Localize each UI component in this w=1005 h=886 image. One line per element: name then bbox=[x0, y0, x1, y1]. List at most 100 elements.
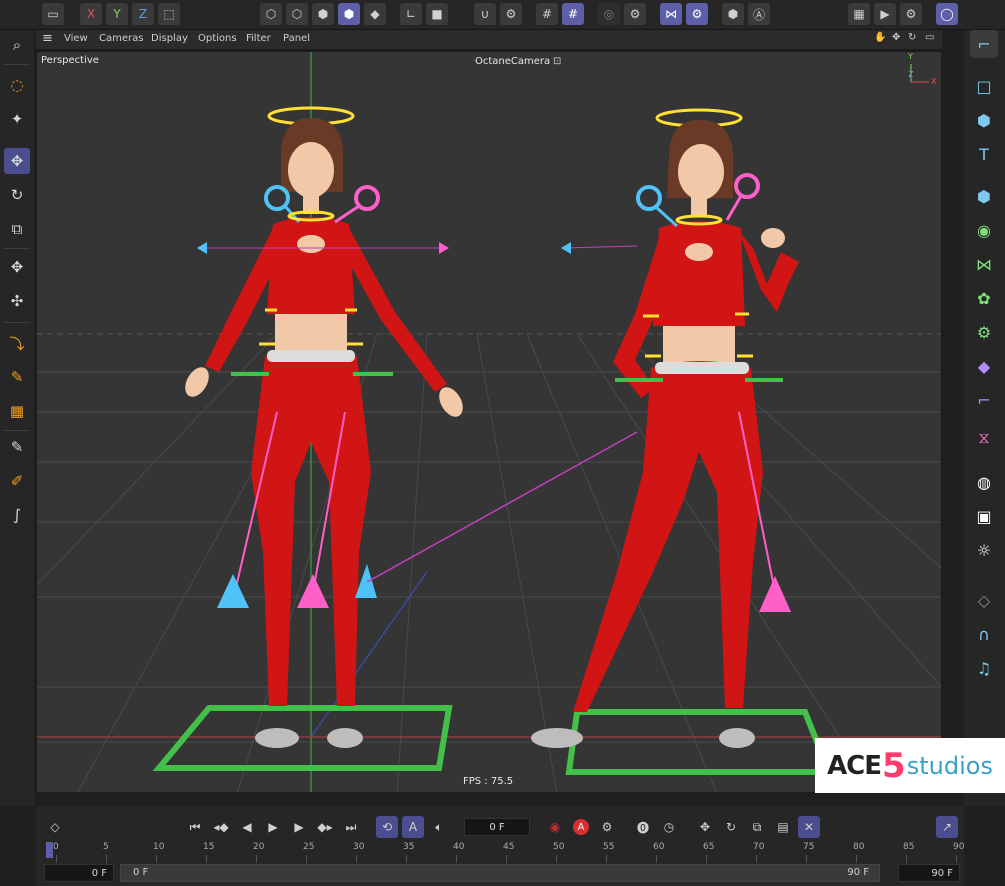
edges-mode-icon[interactable]: ⬡ bbox=[286, 3, 308, 25]
key-position-icon[interactable]: ✥ bbox=[694, 816, 716, 838]
character-left[interactable] bbox=[180, 106, 638, 748]
solo-icon[interactable]: ■ bbox=[426, 3, 448, 25]
projection-label[interactable]: Perspective bbox=[41, 55, 99, 66]
timeline-ruler[interactable]: 0 5 10 15 20 25 30 35 40 45 50 55 60 65 70 75 80 85 90 bbox=[46, 842, 964, 864]
text-icon[interactable]: T bbox=[970, 140, 998, 168]
play-icon[interactable]: ▶ bbox=[262, 816, 284, 838]
key-scale-icon[interactable]: ⧉ bbox=[746, 816, 768, 838]
menu-panel[interactable]: Panel bbox=[283, 33, 310, 44]
octane-icon[interactable]: ◯ bbox=[936, 3, 958, 25]
auto-key-mode-icon[interactable]: A bbox=[402, 816, 424, 838]
move-points-icon[interactable]: ✥ bbox=[4, 254, 30, 280]
key-selection-icon[interactable]: ⓿ bbox=[632, 816, 654, 838]
rotate-icon[interactable]: ↻ bbox=[4, 182, 30, 208]
coordinate-manager-icon[interactable]: ⌐ bbox=[970, 30, 998, 58]
pan-hand-icon[interactable]: ✋ bbox=[874, 32, 886, 43]
light-icon[interactable]: ☼ bbox=[970, 536, 998, 564]
menu-cameras[interactable]: Cameras bbox=[99, 33, 143, 44]
render-queue-icon[interactable]: ⚙ bbox=[900, 3, 922, 25]
go-to-start-icon[interactable]: ⏮ bbox=[184, 816, 206, 838]
polygons-mode-icon[interactable]: ⬢ bbox=[312, 3, 334, 25]
key-param-icon[interactable]: ▤ bbox=[772, 816, 794, 838]
lock-icon[interactable]: ⬢ bbox=[722, 3, 744, 25]
current-frame-field[interactable]: 0 F bbox=[464, 818, 530, 836]
axis-z-toggle[interactable]: Z bbox=[132, 3, 154, 25]
axis-x-toggle[interactable]: X bbox=[80, 3, 102, 25]
model-mode-icon[interactable]: ⬢ bbox=[338, 3, 360, 25]
prev-frame-icon[interactable]: ◀ bbox=[236, 816, 258, 838]
base-control-left[interactable] bbox=[152, 705, 453, 771]
ik-control-pink-left[interactable] bbox=[354, 185, 380, 211]
sound-icon[interactable]: ♫ bbox=[970, 654, 998, 682]
record-icon[interactable]: ◉ bbox=[544, 816, 566, 838]
tag-icon[interactable]: ◇ bbox=[970, 586, 998, 614]
camera-label[interactable]: OctaneCamera bbox=[475, 56, 550, 67]
viewport[interactable]: Perspective OctaneCamera ⊡ FPS : 75.5 Y … bbox=[36, 51, 942, 793]
plane-icon[interactable]: □ bbox=[970, 72, 998, 100]
sound-icon[interactable]: 🔈︎ bbox=[428, 816, 450, 838]
search-icon[interactable]: ⌕ bbox=[4, 32, 30, 58]
subdivision-icon[interactable]: ◉ bbox=[970, 216, 998, 244]
keyframe-icon[interactable]: ◇ bbox=[44, 816, 66, 838]
render-region-icon[interactable]: ◎ bbox=[598, 3, 620, 25]
auto-icon[interactable]: Ⓐ bbox=[748, 3, 770, 25]
key-rotation-icon[interactable]: ↻ bbox=[720, 816, 742, 838]
motion-icon[interactable]: ◷ bbox=[658, 816, 680, 838]
dolly-icon[interactable]: ✥ bbox=[892, 32, 900, 43]
move-icon[interactable]: ✥ bbox=[4, 148, 30, 174]
character-right[interactable] bbox=[531, 108, 799, 748]
render-settings-icon[interactable]: ⚙ bbox=[624, 3, 646, 25]
autokey-icon[interactable]: A bbox=[570, 816, 592, 838]
bend-icon[interactable]: ⤵ bbox=[4, 330, 30, 356]
symmetry-icon[interactable]: ⋈ bbox=[660, 3, 682, 25]
knife-icon[interactable]: ✐ bbox=[4, 468, 30, 494]
coordinate-system-icon[interactable]: ⬚ bbox=[158, 3, 180, 25]
prev-key-icon[interactable]: ◂◆ bbox=[210, 816, 232, 838]
hamburger-icon[interactable]: ≡ bbox=[42, 31, 53, 46]
spline-icon[interactable]: ∫ bbox=[4, 502, 30, 528]
next-key-icon[interactable]: ◆▸ bbox=[314, 816, 336, 838]
object-mode-icon[interactable]: ◆ bbox=[364, 3, 386, 25]
points-mode-icon[interactable]: ⬡ bbox=[260, 3, 282, 25]
bend-deformer-icon[interactable]: ⌐ bbox=[970, 386, 998, 414]
workplane-icon[interactable]: ∟ bbox=[400, 3, 422, 25]
cloner-icon[interactable]: ✿ bbox=[970, 284, 998, 312]
key-pla-icon[interactable]: ✕ bbox=[798, 816, 820, 838]
deformer-icon[interactable]: ◆ bbox=[970, 352, 998, 380]
transform-icon[interactable]: ✣ bbox=[4, 288, 30, 314]
undo-view-icon[interactable]: ▭ bbox=[42, 3, 64, 25]
ik-control-cyan-right[interactable] bbox=[636, 185, 662, 211]
snap-grid-icon[interactable]: # bbox=[562, 3, 584, 25]
generator-icon[interactable]: ⬢ bbox=[970, 182, 998, 210]
fcurve-icon[interactable]: ↗ bbox=[936, 816, 958, 838]
render-view-icon[interactable]: ▶ bbox=[874, 3, 896, 25]
menu-display[interactable]: Display bbox=[151, 33, 188, 44]
end-frame-field[interactable]: 90 F bbox=[898, 864, 960, 882]
field-icon[interactable]: ⧖ bbox=[970, 424, 998, 452]
tweak-icon[interactable]: ✦ bbox=[4, 106, 30, 132]
clapper-icon[interactable]: ▦ bbox=[848, 3, 870, 25]
maximize-icon[interactable]: ▭ bbox=[925, 32, 934, 43]
effector-icon[interactable]: ⚙ bbox=[970, 318, 998, 346]
scale-icon[interactable]: ⧉ bbox=[4, 216, 30, 242]
camera-icon[interactable]: ⊡ bbox=[553, 56, 561, 67]
settings-icon[interactable]: ⚙ bbox=[500, 3, 522, 25]
knee-target-cyan-left[interactable] bbox=[217, 574, 249, 608]
camera-icon[interactable]: ▣ bbox=[970, 502, 998, 530]
playhead[interactable] bbox=[46, 842, 53, 858]
orbit-icon[interactable]: ↻ bbox=[908, 32, 916, 43]
symmetry-settings-icon[interactable]: ⚙ bbox=[686, 3, 708, 25]
next-frame-icon[interactable]: ▶ bbox=[288, 816, 310, 838]
symmetry-object-icon[interactable]: ⋈ bbox=[970, 250, 998, 278]
character-icon[interactable]: ∩ bbox=[970, 620, 998, 648]
knee-target-pink-left[interactable] bbox=[297, 574, 329, 608]
axis-y-toggle[interactable]: Y bbox=[106, 3, 128, 25]
knee-target-pink-right[interactable] bbox=[759, 576, 791, 612]
pen-icon[interactable]: ✎ bbox=[4, 364, 30, 390]
menu-options[interactable]: Options bbox=[198, 33, 237, 44]
live-selection-icon[interactable]: ◌ bbox=[4, 72, 30, 98]
keyframe-settings-icon[interactable]: ⚙ bbox=[596, 816, 618, 838]
cubes-icon[interactable]: ▦ bbox=[4, 398, 30, 424]
brush-icon[interactable]: ✎ bbox=[4, 434, 30, 460]
grid-icon[interactable]: # bbox=[536, 3, 558, 25]
